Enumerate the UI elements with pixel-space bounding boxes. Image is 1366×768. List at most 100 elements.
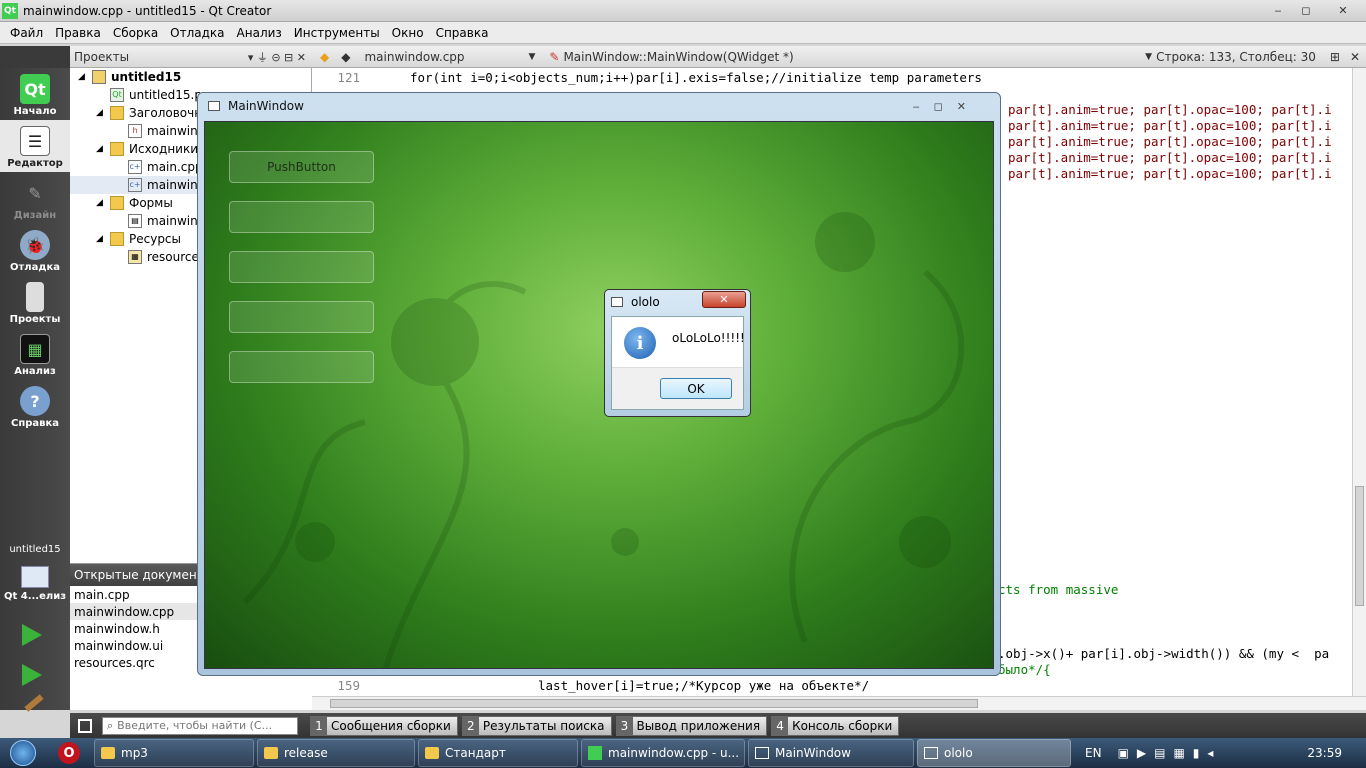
menu-debug[interactable]: Отладка [164, 26, 230, 40]
projects-panel-title[interactable]: Проекты [74, 50, 129, 64]
analyze-icon: ▦ [20, 334, 50, 364]
clock[interactable]: 23:59 [1307, 746, 1342, 760]
ok-button[interactable]: OK [660, 378, 732, 399]
app-central-widget: PushButton [204, 121, 994, 669]
tab-search-results[interactable]: 2 Результаты поиска [461, 715, 612, 736]
mode-editor[interactable]: ☰ Редактор [0, 120, 70, 172]
file-selector[interactable]: mainwindow.cpp [364, 50, 524, 64]
kit-label: Qt 4...елиз [3, 591, 67, 602]
maximize-button[interactable]: ◻ [1292, 2, 1320, 20]
code-fragment: par[t].anim=true; par[t].opac=100; par[t… [1008, 134, 1332, 149]
window-title: mainwindow.cpp - untitled15 - Qt Creator [23, 3, 272, 18]
forward-arrow-icon[interactable]: ◆ [341, 50, 350, 64]
window-icon [611, 297, 623, 307]
sidebar-top [0, 46, 70, 68]
push-button[interactable]: PushButton [229, 151, 374, 183]
close-editor-icon[interactable]: ✕ [1350, 50, 1360, 64]
push-button[interactable] [229, 301, 374, 333]
locator-input[interactable]: ⌕ Введите, чтобы найти (С... [102, 716, 298, 735]
push-button[interactable] [229, 351, 374, 383]
cursor-position[interactable]: Строка: 133, Столбец: 30 [1156, 50, 1316, 64]
mode-help[interactable]: ? Справка [0, 380, 70, 432]
taskbar-item-mainwindow[interactable]: MainWindow [748, 739, 914, 767]
message-dialog: ololo ✕ i oLoLoLo!!!!! OK [604, 289, 751, 417]
menu-file[interactable]: Файл [4, 26, 49, 40]
code-fragment: par[t].anim=true; par[t].opac=100; par[t… [1008, 150, 1332, 165]
menu-window[interactable]: Окно [386, 26, 430, 40]
windows-logo-icon [10, 740, 36, 766]
mode-label: Анализ [14, 366, 56, 377]
mode-label: Отладка [10, 262, 60, 273]
mode-analyze[interactable]: ▦ Анализ [0, 328, 70, 380]
opera-icon[interactable]: O [58, 742, 80, 764]
title-bar: Qt mainwindow.cpp - untitled15 - Qt Crea… [0, 0, 1366, 22]
mode-design[interactable]: ✎ Дизайн [0, 172, 70, 224]
minimize-button[interactable]: ‒ [1264, 2, 1292, 20]
language-indicator[interactable]: EN [1085, 746, 1102, 760]
folder-icon [110, 196, 124, 210]
tray-icons[interactable]: ▣▶▤▦▮◂ [1118, 746, 1222, 760]
menu-tools[interactable]: Инструменты [288, 26, 386, 40]
app-window-controls[interactable]: ‒◻✕ [913, 100, 980, 113]
code-line-159: last_hover[i]=true;/*Курсор уже на объек… [538, 678, 870, 693]
taskbar-item-standard[interactable]: Стандарт [418, 739, 578, 767]
dialog-close-button[interactable]: ✕ [702, 291, 746, 308]
tree-item[interactable]: ◢ untitled15 [70, 68, 311, 86]
menu-bar: Файл Правка Сборка Отладка Анализ Инстру… [0, 22, 1366, 44]
kit-selector[interactable]: Qt 4...елиз [0, 566, 70, 610]
start-button[interactable] [0, 738, 46, 768]
mode-label: Начало [13, 106, 57, 117]
editor-toolbar: ◆ ◆ mainwindow.cpp ▼ ✎ MainWindow::MainW… [312, 46, 1366, 68]
taskbar-item-release[interactable]: release [257, 739, 415, 767]
scroll-thumb[interactable] [1355, 486, 1364, 606]
tab-compile-output[interactable]: 4 Консоль сборки [771, 715, 900, 736]
qt-logo-icon: Qt [20, 74, 50, 104]
scroll-thumb[interactable] [330, 699, 978, 708]
push-button[interactable] [229, 251, 374, 283]
line-number: 159 [337, 678, 360, 693]
locator-placeholder: Введите, чтобы найти (С... [117, 719, 273, 732]
ui-file-icon: ▤ [128, 214, 142, 228]
mode-debug[interactable]: 🐞 Отладка [0, 224, 70, 276]
dialog-message: oLoLoLo!!!!! [672, 331, 745, 345]
editor-vertical-scrollbar[interactable] [1352, 68, 1366, 696]
taskbar-item-qtcreator[interactable]: mainwindow.cpp - u... [581, 739, 745, 767]
folder-icon [110, 142, 124, 156]
design-icon: ✎ [28, 183, 42, 203]
projects-toolbar-icons[interactable]: ▾ ⏚ ⊝ ⊟ ✕ [248, 49, 306, 65]
tab-build-messages[interactable]: 1 Сообщения сборки [310, 715, 458, 736]
menu-build[interactable]: Сборка [107, 26, 164, 40]
editor-horizontal-scrollbar[interactable] [312, 696, 1366, 710]
menu-help[interactable]: Справка [430, 26, 495, 40]
window-icon [755, 747, 769, 759]
taskbar-item-ololo[interactable]: ololo [917, 739, 1071, 767]
debug-run-button[interactable] [22, 664, 42, 686]
code-fragment: .obj->x()+ par[i].obj->width()) && (my <… [998, 646, 1330, 661]
cpp-file-icon: c+ [128, 160, 142, 174]
mode-projects[interactable]: Проекты [0, 276, 70, 328]
folder-icon [425, 747, 439, 759]
close-button[interactable]: ✕ [1320, 2, 1366, 20]
push-button[interactable] [229, 201, 374, 233]
folder-icon [110, 106, 124, 120]
monitor-icon [21, 566, 49, 588]
search-icon: ⌕ [107, 718, 114, 732]
chevron-down-icon[interactable]: ▼ [1145, 52, 1152, 62]
cpp-file-icon: c+ [128, 178, 142, 192]
build-hammer-icon[interactable] [24, 694, 44, 712]
taskbar-item-mp3[interactable]: mp3 [94, 739, 254, 767]
back-arrow-icon[interactable]: ◆ [320, 50, 329, 64]
menu-edit[interactable]: Правка [49, 26, 107, 40]
code-fragment: было*/{ [998, 662, 1051, 677]
chevron-down-icon[interactable]: ▼ [528, 52, 535, 62]
app-main-window: MainWindow ‒◻✕ PushButton [197, 92, 1001, 676]
menu-analyze[interactable]: Анализ [231, 26, 288, 40]
mode-label: Дизайн [13, 210, 57, 221]
dialog-title: ololo [631, 295, 660, 309]
tab-application-output[interactable]: 3 Вывод приложения [615, 715, 768, 736]
mode-welcome[interactable]: Qt Начало [0, 68, 70, 120]
symbol-selector[interactable]: MainWindow::MainWindow(QWidget *) [563, 50, 793, 64]
run-button[interactable] [22, 624, 42, 646]
toggle-sidebar-icon[interactable] [78, 718, 92, 733]
split-icon[interactable]: ⊞ [1330, 50, 1340, 64]
